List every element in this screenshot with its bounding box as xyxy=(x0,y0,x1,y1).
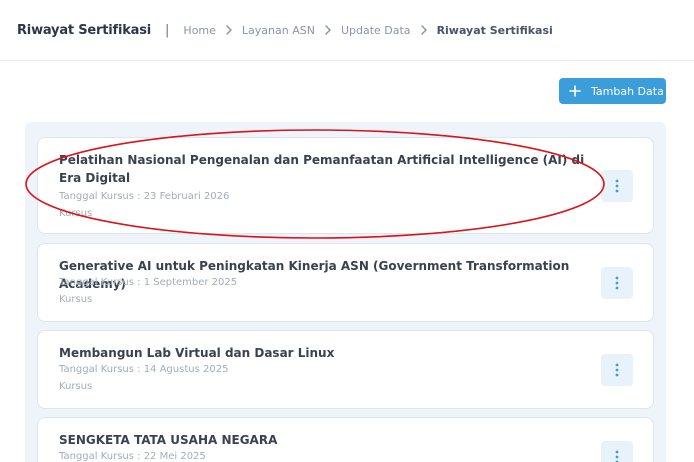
card-menu-button[interactable] xyxy=(601,441,633,462)
certificate-date: Tanggal Kursus : 23 Februari 2026 xyxy=(59,191,230,202)
certificate-type: Kursus xyxy=(59,294,93,305)
page-header: Riwayat Sertifikasi | Home Layanan ASN U… xyxy=(0,0,694,61)
breadcrumb-home[interactable]: Home xyxy=(183,24,215,37)
add-data-button[interactable]: Tambah Data xyxy=(559,78,666,104)
card-menu-button[interactable] xyxy=(601,354,633,386)
certificate-title: Pelatihan Nasional Pengenalan dan Pemanf… xyxy=(59,153,585,185)
certificate-date: Tanggal Kursus : 14 Agustus 2025 xyxy=(59,364,229,375)
chevron-right-icon xyxy=(321,23,335,37)
certificate-card: Pelatihan Nasional Pengenalan dan Pemanf… xyxy=(37,137,654,234)
title-separator: | xyxy=(165,22,170,38)
certificate-date: Tanggal Kursus : 22 Mei 2025 xyxy=(59,451,206,462)
kebab-menu-icon xyxy=(615,363,619,377)
breadcrumb: Home Layanan ASN Update Data Riwayat Ser… xyxy=(183,23,552,37)
page-title: Riwayat Sertifikasi xyxy=(17,22,152,38)
certificate-type: Kursus xyxy=(59,381,93,392)
kebab-menu-icon xyxy=(615,276,619,290)
chevron-right-icon xyxy=(222,23,236,37)
certificate-date: Tanggal Kursus : 1 September 2025 xyxy=(59,277,238,288)
add-data-label: Tambah Data xyxy=(591,84,664,98)
certificate-title: SENGKETA TATA USAHA NEGARA xyxy=(59,433,278,447)
certificate-type: Kursus xyxy=(59,208,93,219)
certificate-card: Membangun Lab Virtual dan Dasar Linux Ta… xyxy=(37,330,654,409)
card-menu-button[interactable] xyxy=(601,170,633,202)
certificate-card: Generative AI untuk Peningkatan Kinerja … xyxy=(37,243,654,322)
certificate-title: Membangun Lab Virtual dan Dasar Linux xyxy=(59,346,335,360)
card-menu-button[interactable] xyxy=(601,267,633,299)
breadcrumb-layanan-asn[interactable]: Layanan ASN xyxy=(242,24,315,37)
kebab-menu-icon xyxy=(615,179,619,193)
chevron-right-icon xyxy=(417,23,431,37)
plus-icon xyxy=(569,85,581,97)
certificate-card: SENGKETA TATA USAHA NEGARA Tanggal Kursu… xyxy=(37,417,654,462)
kebab-menu-icon xyxy=(615,450,619,462)
breadcrumb-current: Riwayat Sertifikasi xyxy=(436,23,553,37)
breadcrumb-update-data[interactable]: Update Data xyxy=(341,24,411,37)
